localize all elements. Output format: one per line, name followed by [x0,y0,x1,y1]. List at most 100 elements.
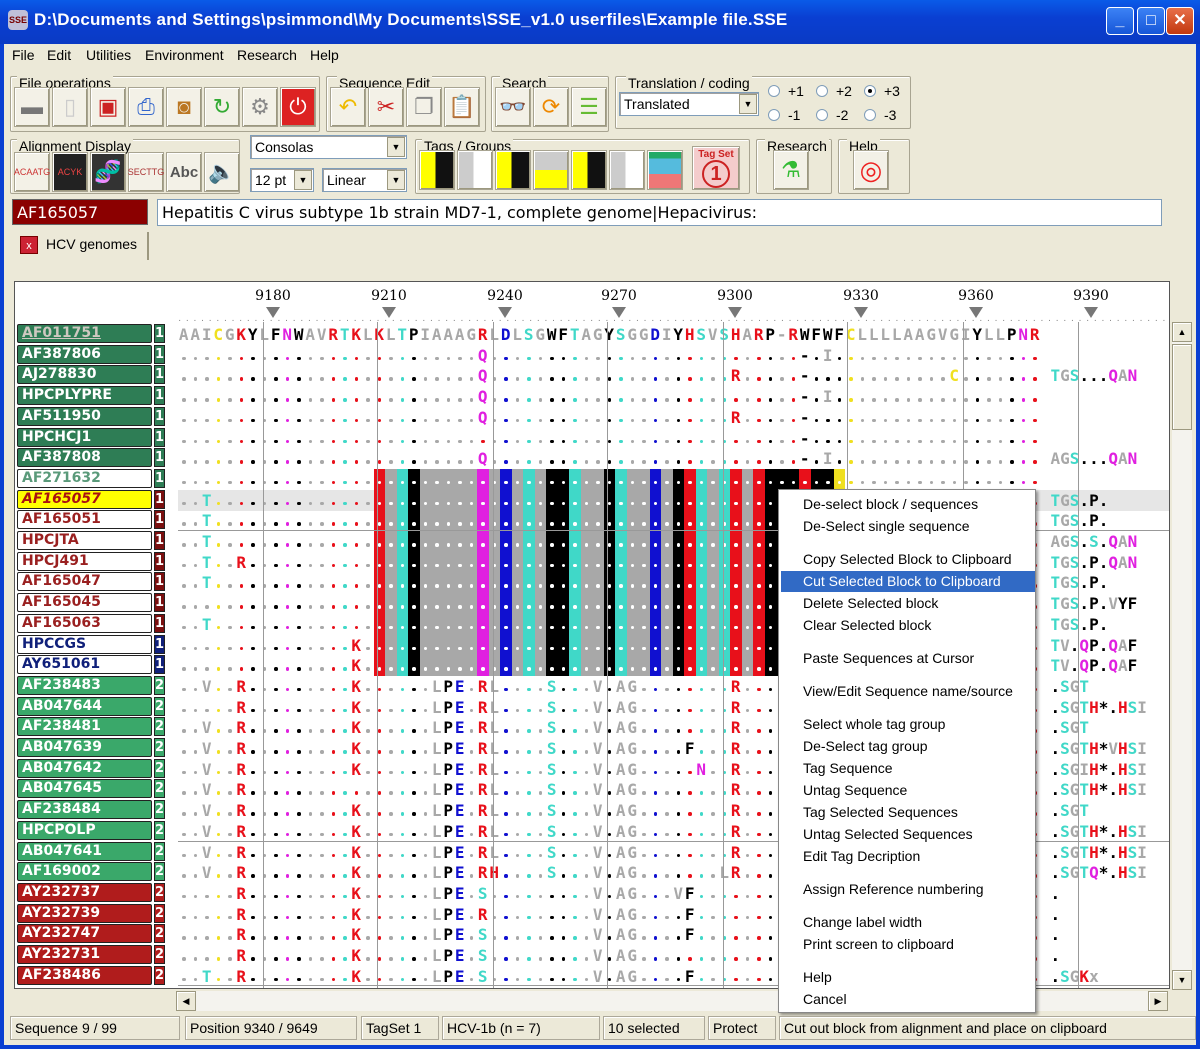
new-document-icon[interactable]: ▯ [52,87,88,127]
settings-gear-icon[interactable]: ⚙ [242,87,278,127]
context-menu-item[interactable]: Cut Selected Block to Clipboard [781,571,1035,592]
menu-edit[interactable]: Edit [47,47,71,63]
context-menu-item[interactable]: De-Select tag group [781,736,1035,757]
tag-set-button[interactable]: Tag Set 1 [692,146,740,190]
context-menu-item[interactable]: Edit Tag Decription [781,846,1035,867]
tag-view-4-icon[interactable] [533,150,569,190]
tag-view-1-icon[interactable] [419,150,455,190]
context-menu-item[interactable]: Print screen to clipboard [781,934,1035,955]
print-icon[interactable]: ⎙ [128,87,164,127]
vertical-scrollbar[interactable]: ▲ ▼ [1172,322,1192,990]
sequence-label[interactable]: AY232739 [17,903,152,923]
sequence-label[interactable]: AF238483 [17,675,152,695]
menu-research[interactable]: Research [237,47,297,63]
sequence-label[interactable]: AF387806 [17,344,152,364]
sequence-label[interactable]: HPCHCJ1 [17,427,152,447]
nucleotide-view-icon[interactable]: ACAATG [14,152,50,192]
sequence-label[interactable]: AY232737 [17,882,152,902]
text-abc-icon[interactable]: Abc [166,152,202,192]
tab-hcv-genomes[interactable]: x HCV genomes [14,232,150,260]
menu-environment[interactable]: Environment [145,47,224,63]
sequence-label[interactable]: AB047645 [17,779,152,799]
sequence-label[interactable]: AY232747 [17,924,152,944]
frame-minus1-radio[interactable]: -1 [768,107,800,123]
sequence-label[interactable]: HPCPLYPRE [17,386,152,406]
context-menu-item[interactable]: Delete Selected block [781,593,1035,614]
tag-view-6-icon[interactable] [609,150,645,190]
search-list-icon[interactable]: ☰ [571,87,607,127]
context-menu-item[interactable]: Tag Sequence [781,758,1035,779]
sequence-label[interactable]: AF165063 [17,613,152,633]
context-menu-item[interactable]: Assign Reference numbering [781,879,1035,900]
scroll-left-icon[interactable]: ◀ [176,991,196,1011]
export-archive-icon[interactable]: ◙ [166,87,202,127]
sequence-label[interactable]: HPCPOLP [17,820,152,840]
context-menu-item[interactable]: Change label width [781,912,1035,933]
sequence-label[interactable]: AY651061 [17,655,152,675]
sequence-label[interactable]: AF271632 [17,468,152,488]
paste-clipboard-icon[interactable]: 📋 [444,87,480,127]
sequence-label[interactable]: AB047639 [17,738,152,757]
sequence-label[interactable]: AB047644 [17,696,152,716]
help-lifebuoy-icon[interactable]: ◎ [853,150,889,190]
sequence-label[interactable]: AF238484 [17,800,152,820]
sequence-label[interactable]: HPCCGS [17,634,152,654]
scroll-right-icon[interactable]: ▶ [1148,991,1168,1011]
context-menu-item[interactable]: Select whole tag group [781,714,1035,735]
context-menu-item[interactable]: Untag Sequence [781,780,1035,801]
scroll-down-icon[interactable]: ▼ [1172,970,1192,990]
sequence-label[interactable]: AF387808 [17,448,152,468]
context-menu-item[interactable]: Clear Selected block [781,615,1035,636]
sequence-label[interactable]: AB047642 [17,758,152,778]
font-select[interactable]: Consolas ▼ [250,135,407,159]
sound-speaker-icon[interactable]: 🔈 [204,152,240,192]
frame-minus2-radio[interactable]: -2 [816,107,848,123]
translation-mode-select[interactable]: Translated ▼ [619,92,759,116]
open-folder-icon[interactable]: ▬ [14,87,50,127]
scroll-thumb[interactable] [1172,344,1192,430]
sequence-label[interactable]: AF238486 [17,965,152,985]
context-menu-item[interactable]: Tag Selected Sequences [781,802,1035,823]
maximize-button[interactable]: □ [1137,7,1165,35]
tag-view-3-icon[interactable] [495,150,531,190]
frame-plus3-radio[interactable]: +3 [864,83,900,99]
context-menu-item[interactable]: De-select block / sequences [781,494,1035,515]
context-menu-item[interactable]: View/Edit Sequence name/source [781,681,1035,702]
import-icon[interactable]: ↻ [204,87,240,127]
tag-view-5-icon[interactable] [571,150,607,190]
frame-plus2-radio[interactable]: +2 [816,83,852,99]
sequence-label[interactable]: AB047641 [17,841,152,861]
save-icon[interactable]: ▣ [90,87,126,127]
colour-view-icon[interactable]: ACYK [52,152,88,192]
sequence-label[interactable]: AJ278830 [17,365,152,385]
context-menu-item[interactable]: Cancel [781,989,1035,1010]
sequence-label[interactable]: HPCJ491 [17,551,152,571]
dna-helix-icon[interactable]: 🧬 [90,152,126,192]
tag-view-2-icon[interactable] [457,150,493,190]
context-menu-item[interactable]: Paste Sequences at Cursor [781,648,1035,669]
menu-utilities[interactable]: Utilities [86,47,131,63]
close-button[interactable]: ✕ [1166,7,1194,35]
font-size-select[interactable]: 12 pt ▼ [250,168,314,192]
sequence-label[interactable]: AF169002 [17,862,152,882]
tag-table-icon[interactable] [647,150,683,190]
sequence-label[interactable]: AY232731 [17,945,152,964]
scroll-up-icon[interactable]: ▲ [1172,322,1192,342]
research-flasks-icon[interactable]: ⚗ [773,150,809,190]
context-menu-item[interactable]: Help [781,967,1035,988]
sequence-label[interactable]: AF165047 [17,572,152,592]
copy-icon[interactable]: ❐ [406,87,442,127]
menu-help[interactable]: Help [310,47,339,63]
cut-scissors-icon[interactable]: ✂ [368,87,404,127]
context-menu-item[interactable]: De-Select single sequence [781,516,1035,537]
close-tab-icon[interactable]: x [20,236,38,254]
sequence-label[interactable]: AF238481 [17,717,152,737]
sequence-label[interactable]: AF165057 [17,489,152,509]
title-bar[interactable]: SSE D:\Documents and Settings\psimmond\M… [0,0,1200,44]
sequence-description-field[interactable]: Hepatitis C virus subtype 1b strain MD7-… [157,199,1162,226]
find-next-icon[interactable]: ⟳ [533,87,569,127]
undo-icon[interactable]: ↶ [330,87,366,127]
status-protect[interactable]: Protect [708,1016,776,1040]
sequence-label[interactable]: AF011751 [17,324,152,343]
context-menu-item[interactable]: Copy Selected Block to Clipboard [781,549,1035,570]
